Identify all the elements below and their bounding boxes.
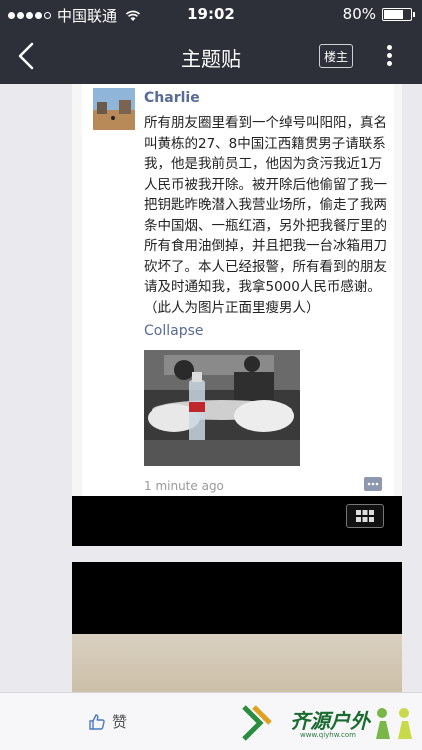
thread-content: Charlie 所有朋友圈里看到一个绰号叫阳阳，真名叫黄栋的27、8中国江西籍贯… bbox=[0, 84, 422, 692]
receipt-photo bbox=[72, 634, 402, 692]
collapse-link[interactable]: Collapse bbox=[144, 323, 204, 339]
original-poster-only-button[interactable]: 楼主 bbox=[319, 44, 353, 68]
navigation-bar: 主题贴 楼主 bbox=[0, 28, 422, 84]
battery-percent: 80% bbox=[342, 5, 376, 23]
status-bar: 中国联通 19:02 80% bbox=[0, 0, 422, 28]
avatar[interactable] bbox=[93, 88, 135, 130]
thumbs-up-icon bbox=[89, 713, 105, 730]
post-card: Charlie 所有朋友圈里看到一个绰号叫阳阳，真名叫黄栋的27、8中国江西籍贯… bbox=[72, 84, 402, 546]
comment-icon[interactable] bbox=[364, 477, 382, 491]
page-title: 主题贴 bbox=[181, 47, 241, 71]
battery-icon bbox=[382, 7, 415, 21]
watermark-mark-icon bbox=[242, 705, 272, 741]
post-photo[interactable] bbox=[144, 350, 300, 466]
like-label: 赞 bbox=[112, 713, 128, 731]
post-text: 所有朋友圈里看到一个绰号叫阳阳，真名叫黄栋的27、8中国江西籍贯男子请联系我，他… bbox=[144, 115, 387, 316]
like-button[interactable]: 赞 bbox=[88, 711, 127, 732]
post-timestamp: 1 minute ago bbox=[144, 479, 224, 493]
watermark-text: 齐源户外 bbox=[290, 709, 370, 733]
watermark-logo: 齐源户外 www.qiyhw.com bbox=[240, 699, 422, 745]
grid-icon[interactable] bbox=[346, 504, 384, 528]
post-author[interactable]: Charlie bbox=[144, 90, 200, 106]
hikers-icon bbox=[376, 708, 412, 739]
watermark-url: www.qiyhw.com bbox=[300, 731, 356, 739]
more-vertical-icon[interactable] bbox=[382, 42, 396, 72]
bottom-action-bar: 赞 齐源户外 www.qiyhw.com bbox=[0, 692, 422, 750]
